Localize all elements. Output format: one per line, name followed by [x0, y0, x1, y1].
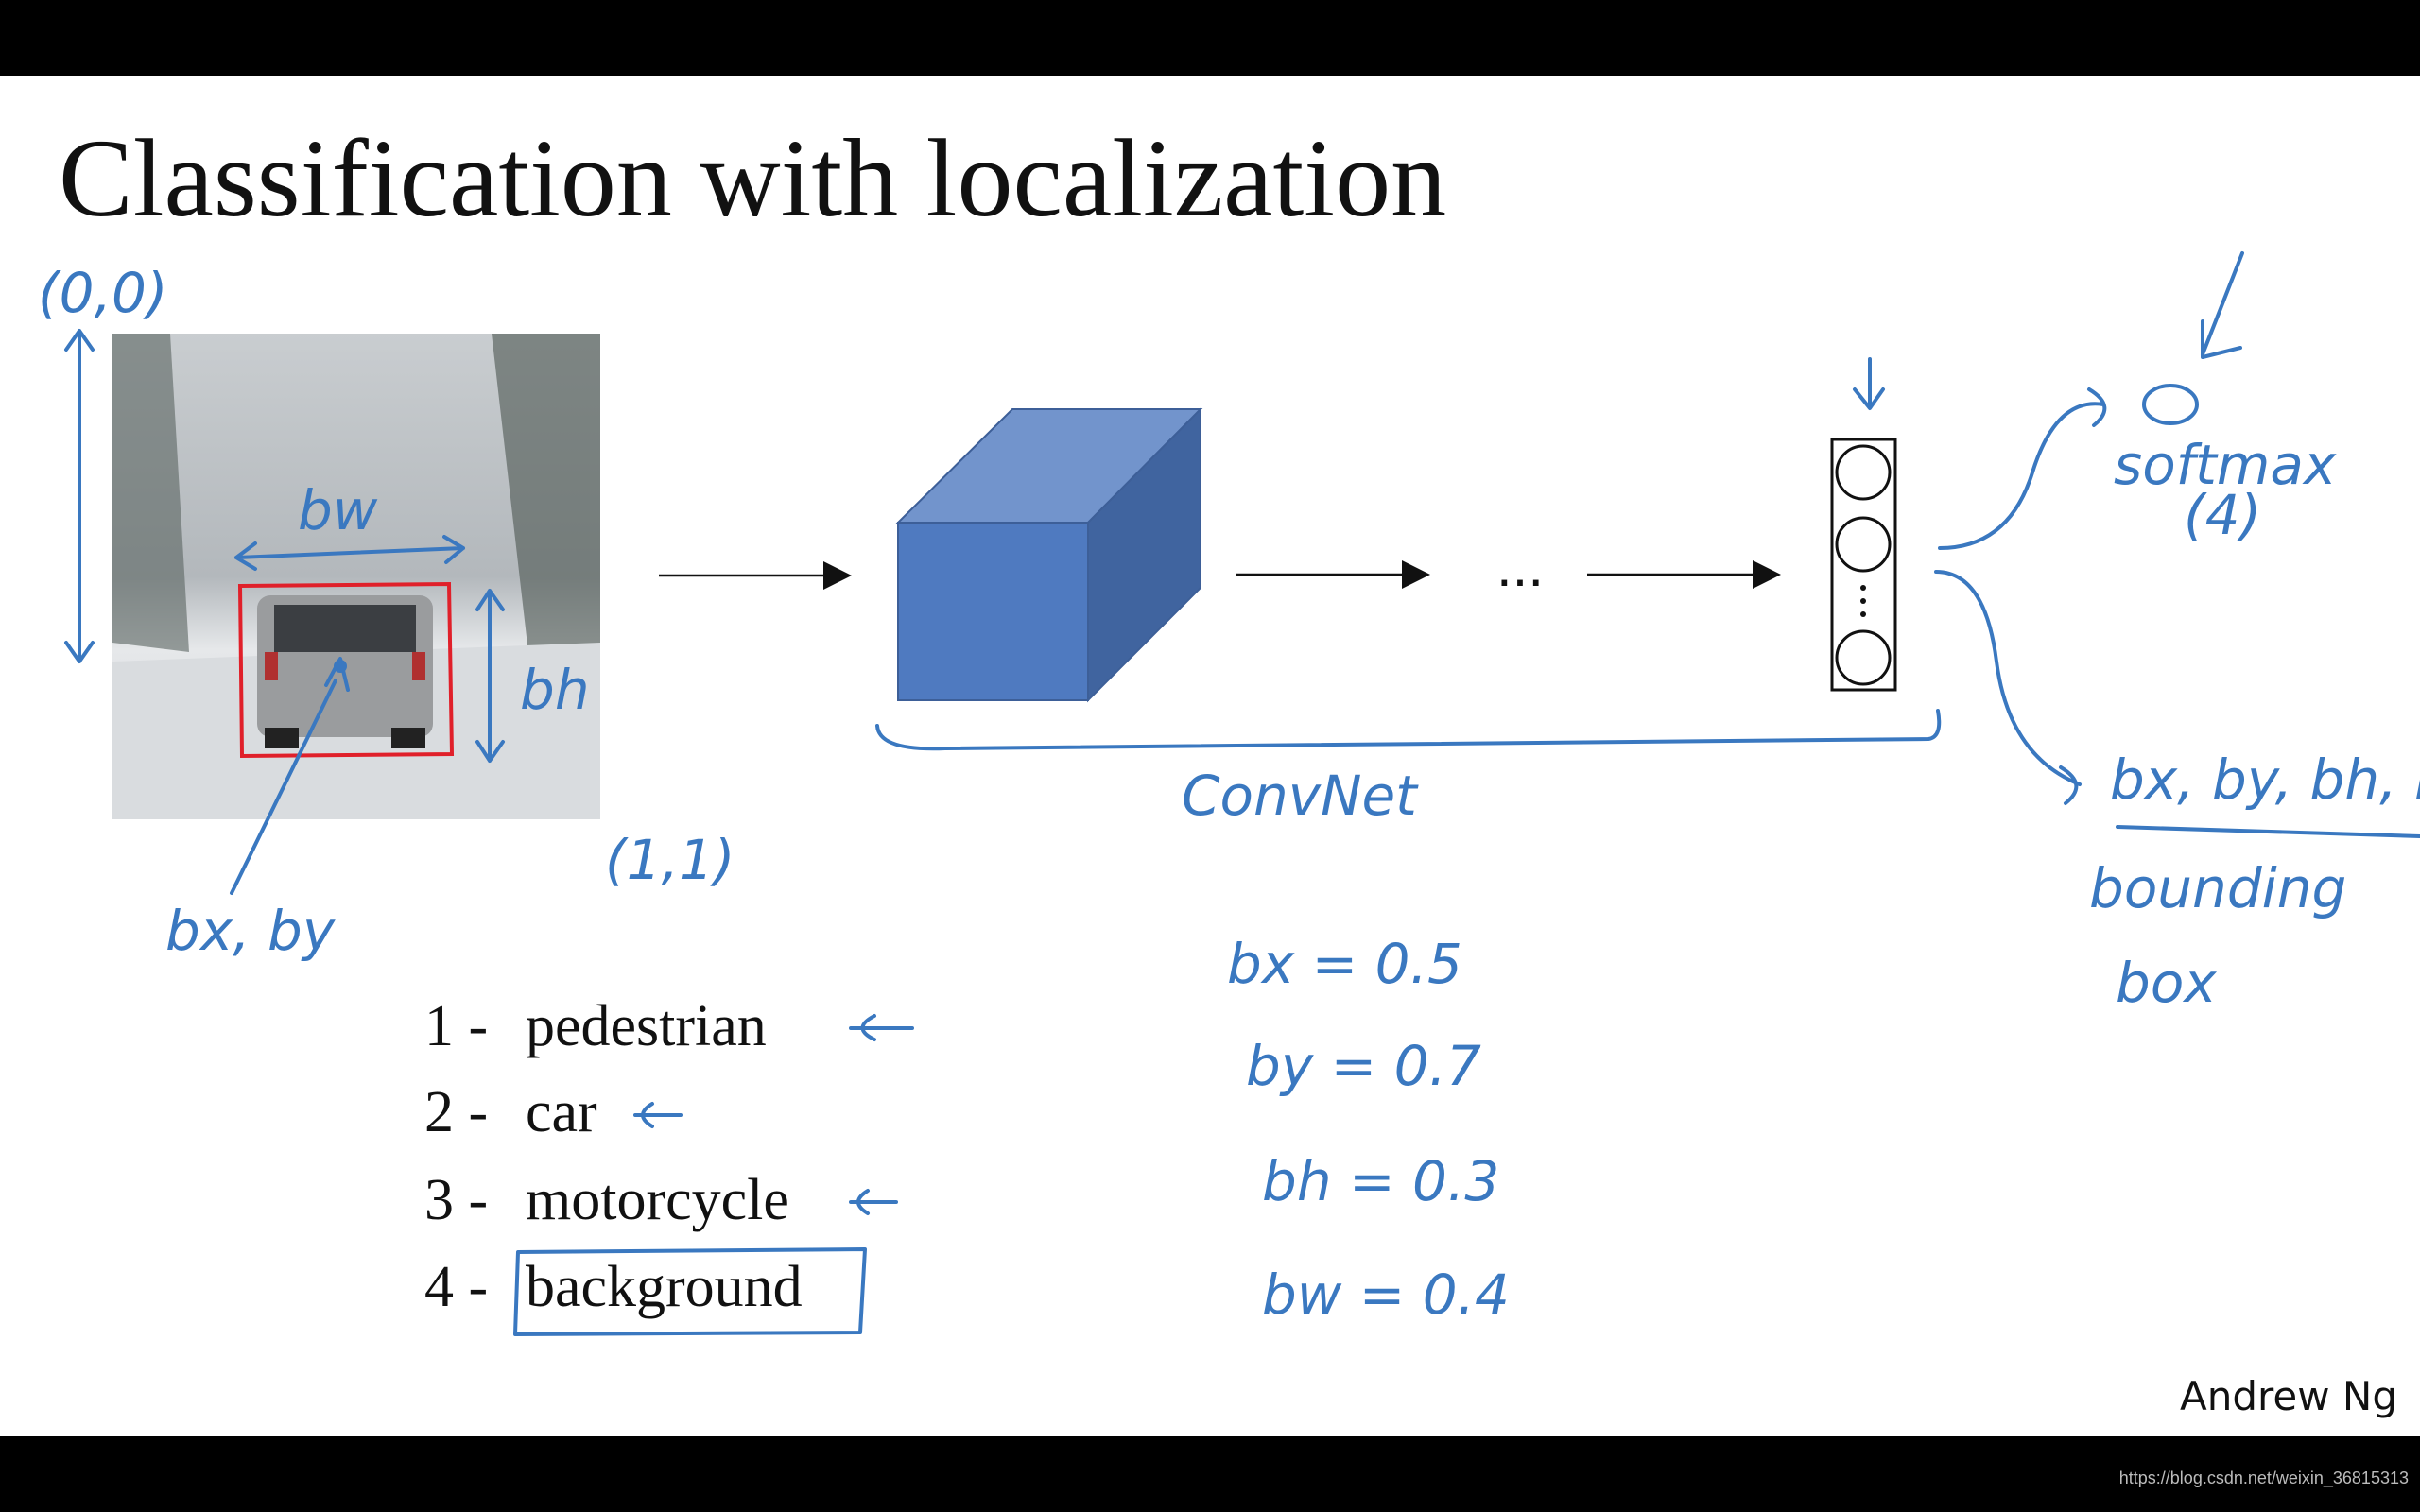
- bw-value: bw = 0.4: [1262, 1263, 1510, 1327]
- box-label: box: [2116, 951, 2217, 1015]
- bw-label: bw: [298, 478, 378, 542]
- neuron: [1835, 629, 1892, 686]
- convnet-label: ConvNet: [1182, 764, 1419, 828]
- bxby-label: bx, by: [165, 899, 336, 963]
- by-value: by = 0.7: [1246, 1034, 1481, 1098]
- bx-value: bx = 0.5: [1227, 932, 1462, 996]
- class-label-motorcycle: motorcycle: [526, 1168, 789, 1232]
- car-photo: [112, 334, 600, 819]
- class-number: 4 -: [424, 1255, 488, 1319]
- class-number: 3 -: [424, 1168, 488, 1232]
- center-point: [334, 660, 347, 673]
- bbox-outputs: bx, by, bh, bw: [2110, 747, 2420, 812]
- bounding-label: bounding: [2089, 856, 2346, 920]
- author-credit: Andrew Ng: [2180, 1373, 2397, 1419]
- watermark-url: https://blog.csdn.net/weixin_36815313: [2119, 1469, 2409, 1488]
- neuron: [1835, 444, 1892, 501]
- neuron: [1835, 516, 1892, 573]
- origin-label: (0,0): [38, 261, 168, 325]
- class-label-car: car: [526, 1080, 597, 1144]
- class-number: 2 -: [424, 1080, 488, 1144]
- class-number: 1 -: [424, 994, 488, 1058]
- ellipsis: ...: [1496, 535, 1544, 598]
- slide-title: Classification with localization: [59, 116, 1446, 240]
- output-layer: [1830, 438, 1897, 692]
- class-label-pedestrian: pedestrian: [526, 994, 767, 1058]
- class-label-background: background: [526, 1255, 803, 1319]
- bh-label: bh: [520, 658, 590, 722]
- corner-label: (1,1): [605, 828, 735, 892]
- softmax-count: (4): [2184, 483, 2261, 547]
- bh-value: bh = 0.3: [1262, 1149, 1499, 1213]
- slide-canvas: Classification with localization (0,0) b…: [0, 76, 2420, 1488]
